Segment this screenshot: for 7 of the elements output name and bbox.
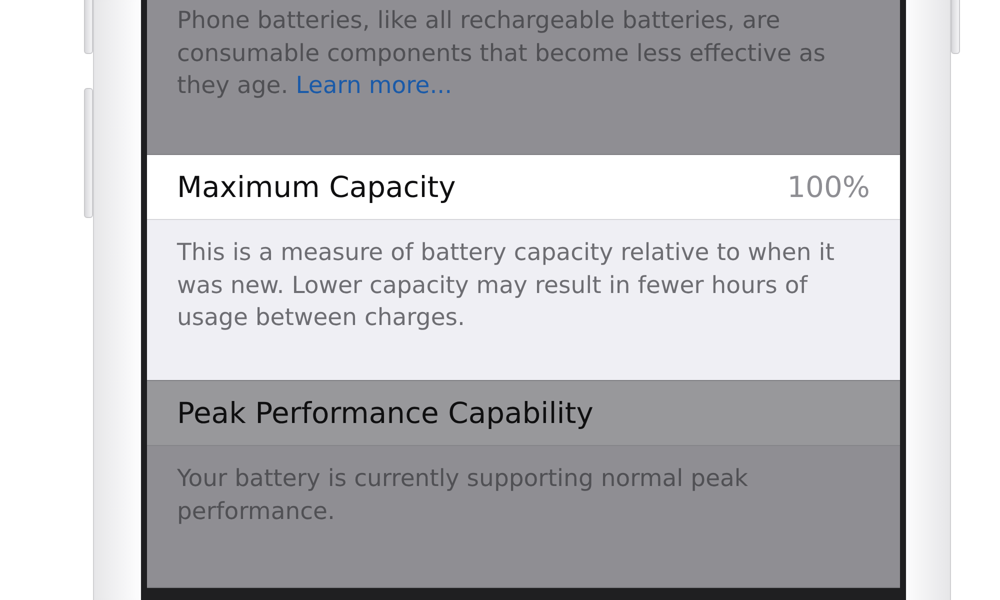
learn-more-link[interactable]: Learn more... xyxy=(296,71,452,99)
row-title: Peak Performance Capability xyxy=(177,396,594,430)
footer-text: Your battery is currently supporting normal peak performance. xyxy=(177,463,750,526)
row-title: Maximum Capacity xyxy=(177,170,456,204)
row-value: 100% xyxy=(787,170,870,204)
footer-text: Phone batteries, like all rechargeable batteries, are consumable components that become less effective as they age. Learn more... xyxy=(177,5,827,101)
footer-text: This is a measure of battery capacity relative to when it was new. Lower capacity may result in fewer hours of usage between charges. xyxy=(177,237,836,333)
